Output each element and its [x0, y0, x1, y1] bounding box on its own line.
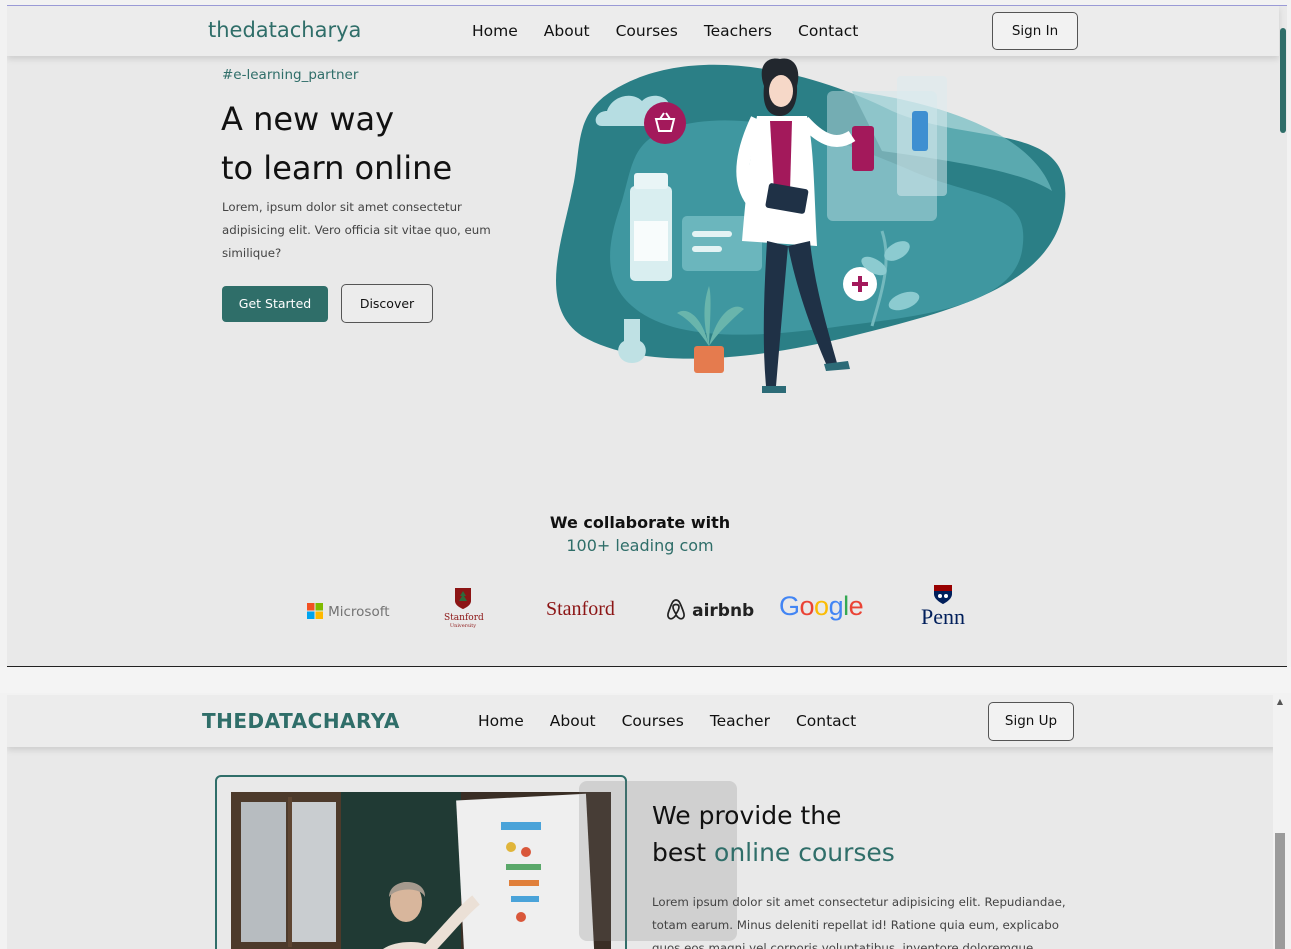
airbnb-logo-icon — [667, 599, 685, 620]
stanford-tree-seal-icon — [455, 588, 471, 609]
section-title-line1: We provide the — [652, 801, 842, 830]
partner-airbnb: airbnb — [665, 597, 754, 621]
hero-tag: #e-learning_partner — [222, 67, 359, 83]
hero-title-line1: A new way — [221, 100, 395, 138]
collab-subtitle: 100+ leading com — [566, 536, 714, 555]
section-title-accent: online courses — [714, 838, 895, 867]
scrollbar-thumb[interactable] — [1280, 28, 1286, 133]
nav-link-home[interactable]: Home — [478, 712, 524, 730]
discover-button[interactable]: Discover — [341, 284, 433, 323]
landing-page-courses-section: THEDATACHARYA Home About Courses Teacher… — [7, 695, 1287, 949]
nav-link-courses[interactable]: Courses — [622, 712, 684, 730]
section-title-plain: best — [652, 838, 715, 867]
site-logo-uppercase[interactable]: THEDATACHARYA — [202, 709, 400, 733]
partner-penn: Penn — [915, 583, 971, 628]
penn-shield-icon — [934, 585, 952, 604]
sign-in-button[interactable]: Sign In — [992, 12, 1078, 50]
nav-link-teachers[interactable]: Teachers — [704, 22, 772, 40]
landing-page-top: thedatacharya Home About Courses Teacher… — [7, 5, 1287, 668]
get-started-button[interactable]: Get Started — [222, 286, 328, 322]
nav-link-about[interactable]: About — [544, 22, 590, 40]
nav-link-teacher[interactable]: Teacher — [710, 712, 770, 730]
scroll-up-arrow-icon[interactable]: ▲ — [1275, 697, 1285, 707]
hero-illustration — [556, 58, 1066, 393]
bottom-navbar: THEDATACHARYA Home About Courses Teacher… — [7, 695, 1279, 747]
basket-icon — [644, 102, 686, 144]
nav-link-home[interactable]: Home — [472, 22, 518, 40]
frame-separator — [0, 667, 1291, 693]
nav-link-courses[interactable]: Courses — [616, 22, 678, 40]
site-logo[interactable]: thedatacharya — [208, 18, 361, 42]
hero-title-line2: to learn online — [221, 149, 453, 187]
course-photo-card — [215, 775, 627, 949]
top-navbar: thedatacharya Home About Courses Teacher… — [7, 6, 1279, 56]
nav-link-about[interactable]: About — [550, 712, 596, 730]
microsoft-logo-icon — [307, 603, 323, 619]
partner-microsoft: Microsoft — [307, 601, 390, 620]
hero-description: Lorem, ipsum dolor sit amet consectetur … — [222, 200, 491, 260]
nav-link-contact[interactable]: Contact — [798, 22, 858, 40]
partner-stanford-seal: Stanford University — [444, 586, 484, 629]
scrollbar-thumb[interactable] — [1275, 833, 1285, 949]
collab-title: We collaborate with — [549, 513, 731, 532]
partner-google: Google — [779, 591, 864, 621]
nav-links: Home About Courses Teachers Contact — [472, 22, 884, 40]
section-description: Lorem ipsum dolor sit amet consectetur a… — [652, 895, 1066, 949]
sign-up-button[interactable]: Sign Up — [988, 702, 1074, 741]
nav-links: Home About Courses Teacher Contact — [478, 712, 882, 730]
nav-link-contact[interactable]: Contact — [796, 712, 856, 730]
teacher-whiteboard-photo — [231, 792, 611, 949]
partner-stanford-wordmark: Stanford — [546, 598, 615, 620]
section-title-line2: best online courses — [652, 838, 895, 867]
